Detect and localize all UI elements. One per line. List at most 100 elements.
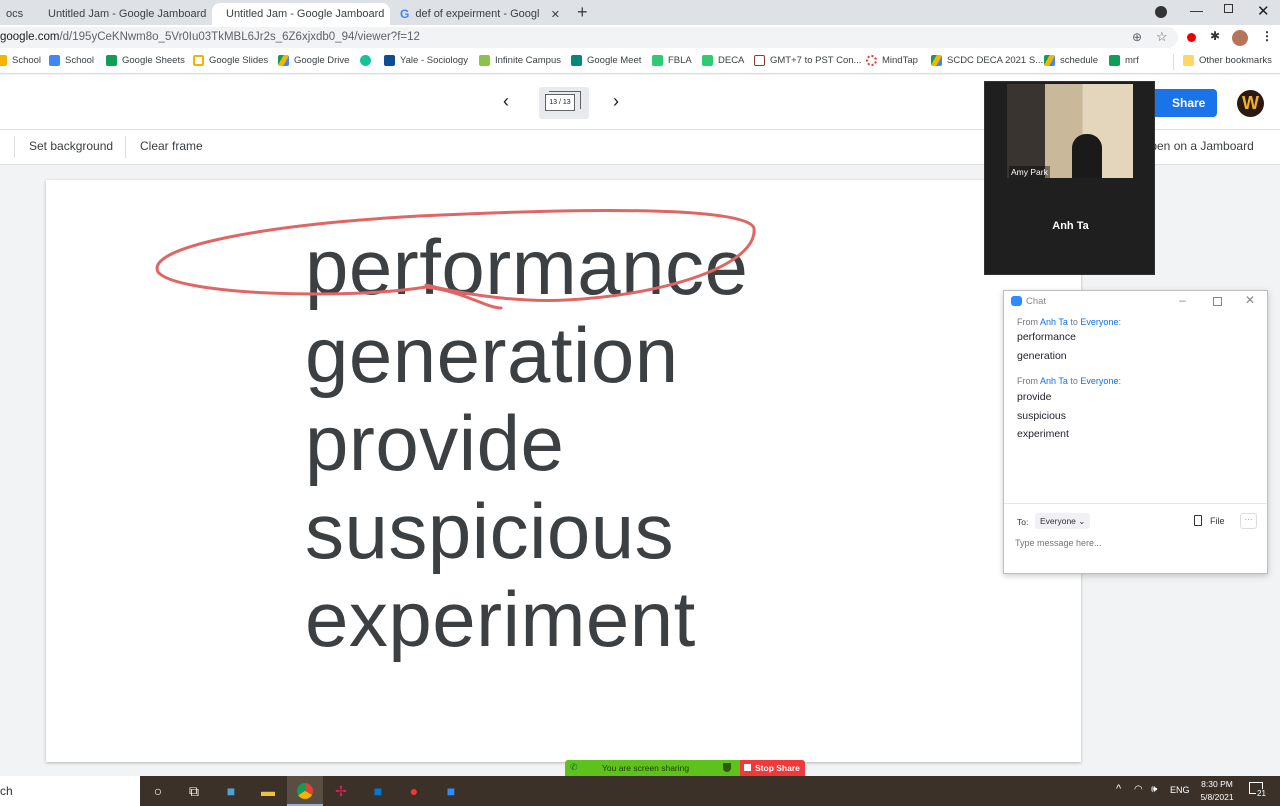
video-name-label: Amy Park xyxy=(1009,166,1050,178)
extension-icon[interactable] xyxy=(1187,33,1196,42)
volume-icon[interactable]: 🕪 xyxy=(1151,784,1157,795)
sender-link[interactable]: Anh Ta xyxy=(1040,317,1068,327)
clock[interactable]: 8:30 PM 5/8/2021 xyxy=(1199,779,1235,802)
recipient-link[interactable]: Everyone xyxy=(1080,317,1118,327)
bookmark[interactable]: School xyxy=(0,55,41,66)
outlook-icon[interactable]: ■ xyxy=(369,782,387,800)
previous-frame-button[interactable]: ‹ xyxy=(503,91,509,112)
bookmark[interactable]: Google Sheets xyxy=(106,55,185,66)
docs-icon xyxy=(49,55,60,66)
bookmark[interactable] xyxy=(360,55,371,66)
fbla-icon xyxy=(652,55,663,66)
bookmark-label: FBLA xyxy=(668,55,692,66)
tab-title: ocs xyxy=(6,8,24,20)
slack-icon[interactable]: ✢ xyxy=(332,782,350,800)
recipient-value: Everyone xyxy=(1040,516,1076,526)
bookmark[interactable]: Infinite Campus xyxy=(479,55,561,66)
task-view-icon[interactable]: ⧉ xyxy=(185,782,203,800)
annotation-stroke xyxy=(155,209,756,302)
minimize-button[interactable]: – xyxy=(1179,293,1186,307)
language-indicator[interactable]: ENG xyxy=(1170,785,1190,795)
stop-share-button[interactable]: Stop Share xyxy=(740,760,805,776)
tab-jamboard-active[interactable]: Untitled Jam - Google Jamboard✕ xyxy=(212,3,390,25)
show-hidden-icons[interactable]: ^ xyxy=(1116,783,1121,795)
bookmark-label: MindTap xyxy=(882,55,918,66)
bookmark[interactable]: Google Slides xyxy=(193,55,268,66)
close-window-button[interactable]: ✕ xyxy=(1257,2,1270,20)
close-icon[interactable]: ✕ xyxy=(551,8,560,21)
chat-message: performance xyxy=(1017,331,1076,343)
bookmark-star-icon[interactable]: ☆ xyxy=(1156,29,1168,45)
store-icon[interactable]: ■ xyxy=(222,782,240,800)
close-button[interactable]: ✕ xyxy=(1245,293,1255,307)
file-explorer-icon[interactable]: ▬ xyxy=(259,782,277,800)
account-avatar[interactable]: W xyxy=(1237,90,1264,117)
other-bookmarks[interactable]: Other bookmarks xyxy=(1183,55,1272,66)
bookmark[interactable]: Yale - Sociology xyxy=(384,55,468,66)
taskbar-search[interactable]: ch xyxy=(0,776,140,806)
menu-kebab-icon[interactable]: ⋮ xyxy=(1261,29,1273,43)
bookmark-label: Google Drive xyxy=(294,55,350,66)
next-frame-button[interactable]: › xyxy=(613,91,619,112)
extensions-puzzle-icon[interactable]: ✱ xyxy=(1210,29,1220,43)
chat-title: Chat xyxy=(1026,296,1047,307)
zoom-app-icon[interactable]: ■ xyxy=(442,782,460,800)
divider xyxy=(1004,503,1267,504)
bookmark[interactable]: DECA xyxy=(702,55,744,66)
sharing-status[interactable]: ✆ You are screen sharing xyxy=(565,760,740,776)
media-control-icon[interactable] xyxy=(1155,6,1167,18)
folder-icon xyxy=(1183,55,1194,66)
recipient-dropdown[interactable]: Everyone ⌄ xyxy=(1035,513,1091,529)
bookmark[interactable]: MindTap xyxy=(866,55,918,66)
bookmark-label: Google Meet xyxy=(587,55,642,66)
recipient-link[interactable]: Everyone xyxy=(1080,376,1118,386)
set-background-button[interactable]: Set background xyxy=(29,139,113,153)
bookmark[interactable]: GMT+7 to PST Con... xyxy=(754,55,861,66)
tab-title: def of expeirment - Google Searc xyxy=(415,8,540,20)
open-on-jamboard-button[interactable]: Open on a Jamboard xyxy=(1141,139,1254,153)
more-options-button[interactable]: ··· xyxy=(1240,513,1257,529)
restore-button[interactable] xyxy=(1224,4,1233,13)
divider xyxy=(1173,54,1174,70)
bookmark-label: Google Sheets xyxy=(122,55,185,66)
sender-link[interactable]: Anh Ta xyxy=(1040,376,1068,386)
bookmarks-bar: School School Google Sheets Google Slide… xyxy=(0,50,1280,74)
bookmark[interactable]: FBLA xyxy=(652,55,692,66)
bookmark[interactable]: mrf xyxy=(1109,55,1139,66)
bookmark-label: SCDC DECA 2021 S... xyxy=(947,55,1044,66)
frame-bar-button[interactable]: 13 / 13 xyxy=(539,87,589,119)
jamboard-frame[interactable]: performance generation provide suspiciou… xyxy=(46,180,1081,762)
file-button[interactable]: File xyxy=(1210,516,1225,526)
minimize-button[interactable]: — xyxy=(1190,3,1203,18)
address-bar[interactable]: google.com/d/195yCeKNwm8o_5Vr0Iu03TkMBL6… xyxy=(0,27,1178,48)
profile-avatar[interactable] xyxy=(1232,30,1248,46)
bookmark[interactable]: Google Drive xyxy=(278,55,349,66)
zoom-video-panel[interactable]: Amy Park Anh Ta xyxy=(984,81,1155,275)
tab-docs[interactable]: ocs ✕ xyxy=(0,3,30,25)
bookmark-label: Yale - Sociology xyxy=(400,55,468,66)
cortana-icon[interactable]: ○ xyxy=(149,782,167,800)
google-icon: G xyxy=(400,7,410,21)
chrome-taskbar-button[interactable] xyxy=(287,776,323,806)
bookmark[interactable]: schedule xyxy=(1044,55,1098,66)
bookmark[interactable]: SCDC DECA 2021 S... xyxy=(931,55,1043,66)
tab-jamboard-1[interactable]: Untitled Jam - Google Jamboard✕ xyxy=(34,3,210,25)
chat-message-input[interactable] xyxy=(1015,535,1255,551)
bookmark-icon xyxy=(0,55,7,66)
maximize-button[interactable] xyxy=(1213,297,1222,306)
share-button[interactable]: Share xyxy=(1145,89,1217,117)
close-icon[interactable]: ✕ xyxy=(29,8,30,21)
new-tab-button[interactable]: + xyxy=(577,2,588,23)
wifi-icon[interactable]: ◠ xyxy=(1134,784,1143,795)
bookmark[interactable]: School xyxy=(49,55,94,66)
file-icon[interactable] xyxy=(1194,515,1202,526)
chat-message: suspicious xyxy=(1017,410,1067,422)
tab-google-search[interactable]: Gdef of expeirment - Google Searc ✕ xyxy=(392,3,568,25)
clear-frame-button[interactable]: Clear frame xyxy=(140,139,203,153)
youtube-music-icon[interactable]: ● xyxy=(405,782,423,800)
video-feed: Amy Park xyxy=(1007,84,1133,178)
chat-message: experiment xyxy=(1017,428,1069,440)
meet-icon xyxy=(571,55,582,66)
zoom-icon[interactable]: ⊕ xyxy=(1132,30,1142,44)
bookmark[interactable]: Google Meet xyxy=(571,55,641,66)
